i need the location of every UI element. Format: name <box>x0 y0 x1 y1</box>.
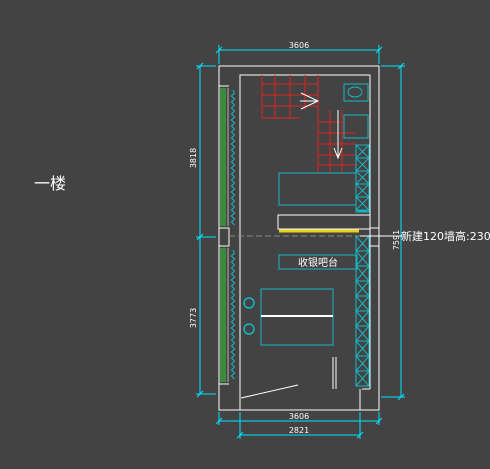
display-table <box>260 288 334 346</box>
dimension-lines <box>196 45 405 439</box>
top-width-label: 3606 <box>289 41 309 50</box>
right-shelving <box>355 144 370 387</box>
cashier-label: 收银吧台 <box>298 256 338 269</box>
stools <box>243 297 255 335</box>
left-upper-height-label: 3818 <box>189 148 198 168</box>
bottom-outer-width-label: 3606 <box>289 412 309 421</box>
toilet-fixture <box>343 83 369 139</box>
staircase <box>261 75 356 173</box>
right-total-height-label: 7591 <box>392 230 401 250</box>
upper-table <box>278 172 357 206</box>
partition-wall <box>229 214 371 237</box>
curtain-zigzag <box>230 89 236 226</box>
curtain-lines <box>230 89 236 380</box>
bottom-inner-width-label: 2821 <box>289 426 309 435</box>
stair-arrow <box>300 92 343 160</box>
left-lower-height-label: 3773 <box>189 308 198 328</box>
shelf-frame <box>355 144 370 213</box>
doors <box>240 357 337 399</box>
wall-note-text: 新建120墙高:2300 <box>401 229 490 243</box>
floor-plan-canvas: 收银吧台 3606 3606 2821 3818 3773 7591 新建120… <box>0 0 490 465</box>
green-glass-wall <box>220 88 226 382</box>
floor-plan-svg: 收银吧台 3606 3606 2821 3818 3773 7591 新建120… <box>189 41 490 439</box>
curtain-zigzag <box>230 249 236 380</box>
floor-label: 一楼 <box>34 174 67 193</box>
